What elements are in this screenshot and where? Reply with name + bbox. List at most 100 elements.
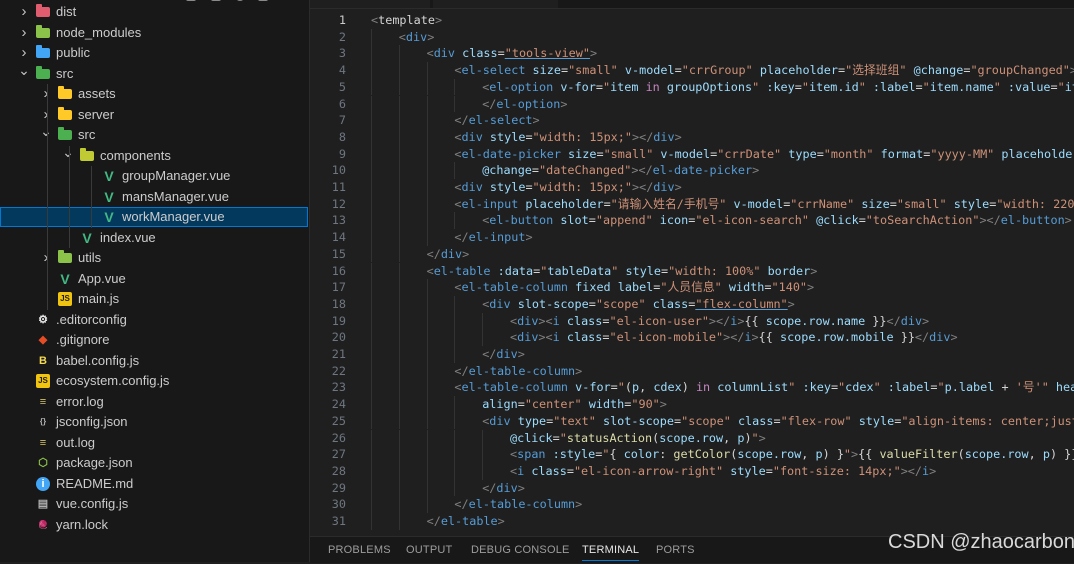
tree-file-yarn-lock[interactable]: 🧶 yarn.lock [0, 515, 308, 535]
code-text: <template> [371, 12, 442, 29]
indent-guide [371, 28, 372, 46]
code-line[interactable]: 1 <template> [310, 12, 1074, 29]
code-line[interactable]: 31 </el-table> [310, 513, 1074, 530]
code-line[interactable]: 30 </el-table-column> [310, 496, 1074, 513]
code-token: "flex-column" [695, 296, 788, 311]
code-token: align [482, 397, 518, 412]
code-token: = [525, 180, 533, 194]
code-line[interactable]: 18 <div slot-scope="scope" class="flex-co… [310, 295, 1074, 313]
tab-ports[interactable]: PORTS [656, 537, 695, 563]
code-token: @click [510, 430, 553, 445]
code-line[interactable]: 19 <div><i class="el-icon-user"></i>{{ sc… [310, 312, 1074, 330]
indent-guide [454, 295, 456, 313]
chevron-right-icon[interactable]: › [18, 43, 30, 63]
chevron-right-icon[interactable]: › [40, 105, 52, 125]
indent-guide [398, 412, 400, 430]
chevron-right-icon[interactable]: › [18, 2, 30, 22]
tab-problems[interactable]: PROBLEMS [328, 537, 391, 563]
editor-tab[interactable] [310, 0, 430, 8]
chevron-down-icon[interactable]: ⌄ [40, 124, 52, 145]
tree-file-out-log[interactable]: ≡ out.log [0, 433, 308, 453]
code-token: el-button [1000, 213, 1065, 228]
chevron-right-icon[interactable]: › [40, 84, 52, 104]
tree-folder-node-modules[interactable]: › node_modules [0, 23, 308, 43]
new-file-icon[interactable] [186, 0, 196, 1]
code-line[interactable]: 24 align="center" width="90"> [310, 396, 1074, 413]
code-line[interactable]: 16 <el-table :data="tableData" style="wid… [310, 262, 1074, 280]
chevron-right-icon[interactable]: › [18, 23, 30, 43]
code-token: "small" [568, 63, 625, 78]
folder-icon [58, 127, 72, 140]
code-token: > [758, 430, 766, 445]
code-line[interactable]: 10 @change="dateChanged"></el-date-picker… [310, 162, 1074, 179]
code-line[interactable]: 14 </el-input> [310, 229, 1074, 246]
tree-file-package-json[interactable]: ⬡ package.json [0, 453, 308, 473]
code-token: div [900, 313, 923, 328]
code-token: = [858, 213, 866, 228]
refresh-icon[interactable] [235, 0, 245, 1]
code-token: slot [560, 213, 589, 228]
code-line[interactable]: 28 <i class="el-icon-arrow-right" style="… [310, 462, 1074, 480]
code-line[interactable]: 22 </el-table-column> [310, 362, 1074, 380]
indent-guide [398, 312, 400, 330]
tree-folder-public[interactable]: › public [0, 43, 308, 63]
tree-folder-dist[interactable]: › dist [0, 2, 308, 22]
code-line[interactable]: 11 <div style="width: 15px;"></div> [310, 179, 1074, 196]
line-number: 19 [331, 313, 346, 328]
tree-folder-src[interactable]: ⌄ src [0, 63, 308, 84]
code-line[interactable]: 13 <el-button slot="append" icon="el-icon… [310, 212, 1074, 230]
line-number: 9 [338, 146, 346, 161]
code-line[interactable]: 5 <el-option v-for="item in groupOptions"… [310, 78, 1074, 96]
log-file-icon: ≡ [39, 395, 47, 408]
tree-file-error-log[interactable]: ≡ error.log [0, 392, 308, 412]
code-line[interactable]: 25 <div type="text" slot-scope="scope" cl… [310, 412, 1074, 430]
chevron-down-icon[interactable]: ⌄ [62, 145, 74, 166]
code-line[interactable]: 2 <div> [310, 28, 1074, 46]
code-line[interactable]: 20 <div><i class="el-icon-mobile"></i>{{ … [310, 329, 1074, 346]
code-editor[interactable]: 1 <template> 2 <div> 3 <div class="tools-view… [310, 10, 1074, 534]
code-line[interactable]: 29 </div> [310, 479, 1074, 497]
code-line[interactable]: 12 <el-input placeholder="请输入姓名/手机号" v-mo… [310, 195, 1074, 213]
editorconfig-icon: ⚙ [38, 313, 48, 326]
line-number: 24 [331, 397, 346, 412]
tree-file-jsconfig-json[interactable]: {} jsconfig.json [0, 412, 308, 432]
tree-file-editorconfig[interactable]: ⚙ .editorconfig [0, 310, 308, 330]
code-line[interactable]: 9 <el-date-picker size="small" v-model="c… [310, 145, 1074, 163]
code-line[interactable]: 27 <span :style="{ color: getColor(scope.… [310, 446, 1074, 463]
code-token: "width: 15px;" [532, 129, 632, 144]
indent-guide [398, 245, 400, 263]
code-token: " [559, 430, 567, 445]
tree-file-babel-config-js[interactable]: Bbabel.config.js [0, 351, 308, 371]
chevron-right-icon[interactable]: › [40, 248, 52, 268]
code-token: groupOptions [666, 79, 753, 94]
code-line[interactable]: 17 <el-table-column fixed label = "人员信息" wi… [310, 279, 1074, 296]
tree-file-vue-config-js[interactable]: ▤ vue.config.js [0, 494, 308, 514]
code-line[interactable]: 4 <el-select size="small" v-model="crrGro… [310, 62, 1074, 79]
tab-output[interactable]: OUTPUT [406, 537, 452, 563]
code-token: v-model [660, 146, 711, 161]
code-token: "flex-row" [780, 413, 859, 428]
tree-file-readme-md[interactable]: i README.md [0, 474, 308, 494]
code-line[interactable]: 8 <div style="width: 15px;"></div> [310, 128, 1074, 146]
tab-terminal[interactable]: TERMINAL [582, 537, 640, 563]
editor-tab-active[interactable] [433, 0, 558, 8]
code-line[interactable]: 15 </div> [310, 245, 1074, 263]
new-folder-icon[interactable] [211, 0, 221, 1]
tab-debug-console[interactable]: DEBUG CONSOLE [471, 537, 570, 563]
code-line[interactable]: 7 </el-select> [310, 112, 1074, 129]
code-text: </div> [427, 246, 470, 263]
collapse-all-icon[interactable] [258, 0, 268, 1]
tree-file-ecosystem-config-js[interactable]: JS ecosystem.config.js [0, 371, 308, 391]
code-line[interactable]: 6 </el-option> [310, 95, 1074, 113]
line-number: 10 [331, 163, 346, 178]
vue-file-icon: V [104, 209, 114, 225]
code-line[interactable]: 21 </div> [310, 346, 1074, 363]
chevron-down-icon[interactable]: ⌄ [18, 63, 30, 84]
folder-icon [36, 4, 50, 17]
tree-file-gitignore[interactable]: ◆ .gitignore [0, 330, 308, 350]
code-line[interactable]: 3 <div class="tools-view"> [310, 45, 1074, 63]
code-line[interactable]: 23 <el-table-column v-for="(p, cdex) in c… [310, 379, 1074, 397]
indent-guide [371, 362, 372, 380]
code-token: </ [426, 514, 441, 528]
code-line[interactable]: 26 @click="statusAction(scope.row, p)"> [310, 429, 1074, 447]
